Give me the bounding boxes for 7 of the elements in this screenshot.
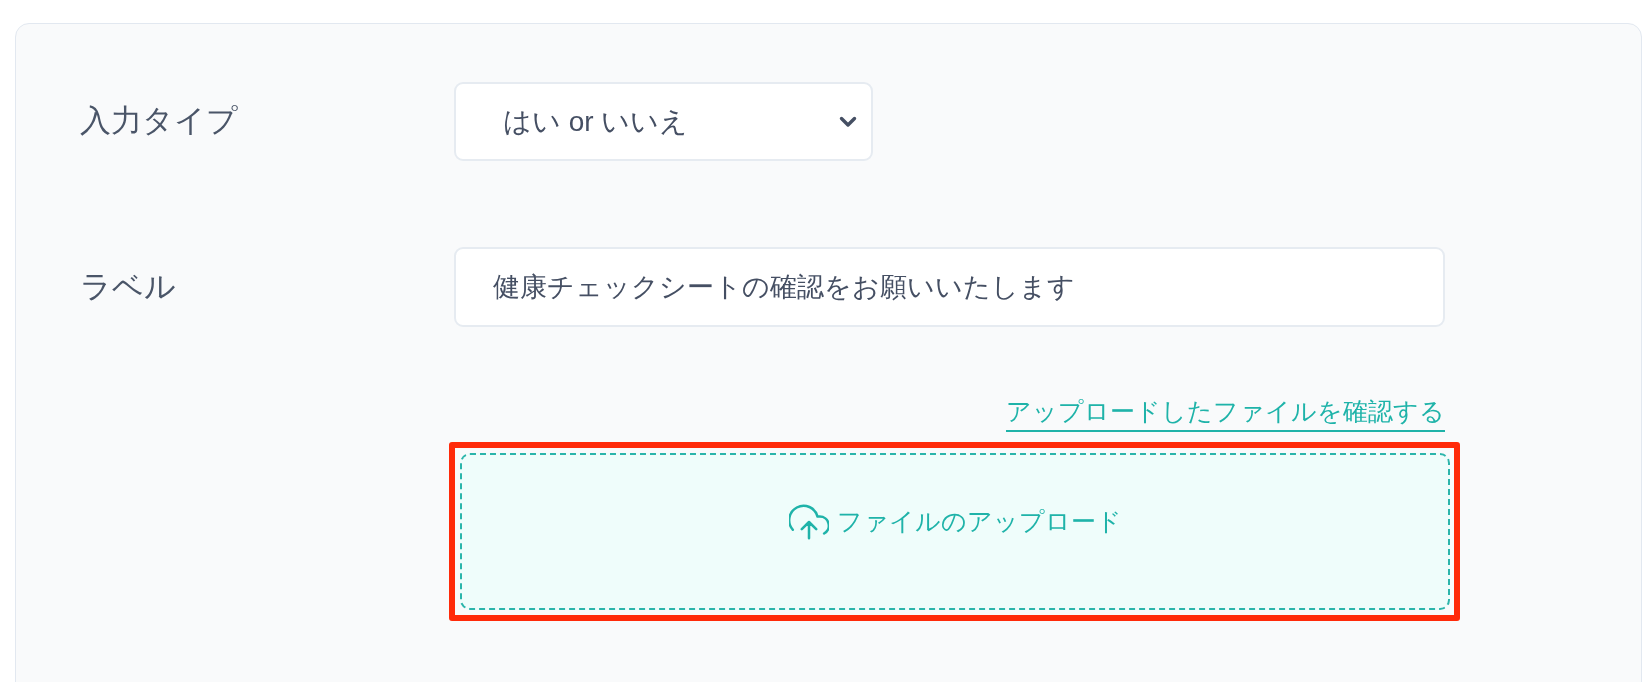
cloud-upload-icon xyxy=(788,503,829,540)
field-label: 入力タイプ xyxy=(80,103,238,138)
upload-label: ファイルのアップロード xyxy=(836,509,1122,534)
chevron-down-icon xyxy=(839,115,857,128)
dropdown[interactable]: はい or いいえ xyxy=(454,82,873,161)
text-field[interactable]: 健康チェックシートの確認をお願いいたします xyxy=(454,247,1445,327)
field-label: ラベル xyxy=(80,268,176,304)
